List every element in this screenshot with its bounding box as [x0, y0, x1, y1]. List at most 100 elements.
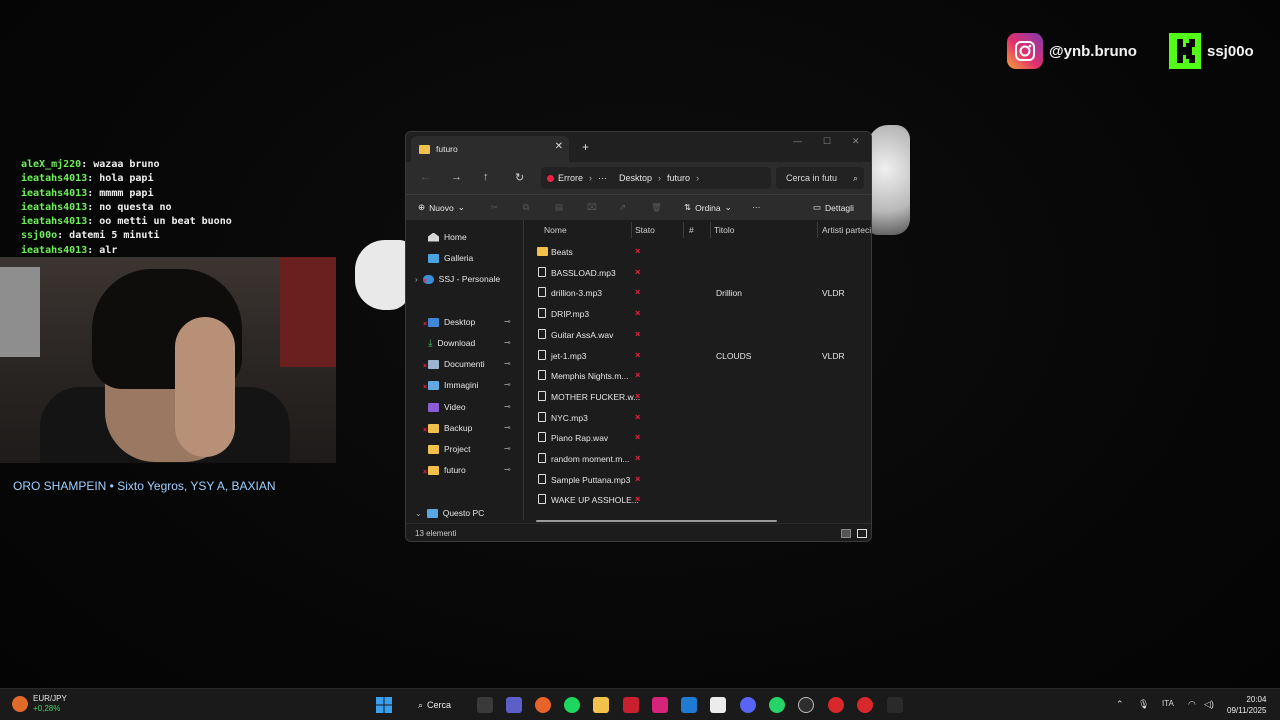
- cut-icon[interactable]: ✂: [491, 202, 498, 213]
- breadcrumb[interactable]: Errore › ··· Desktop › futuro ›: [541, 167, 771, 189]
- volume-icon[interactable]: ◁): [1204, 699, 1214, 710]
- sidebar-item-documents[interactable]: Documenti: [428, 355, 485, 373]
- sidebar-item-desktop[interactable]: Desktop: [428, 313, 475, 331]
- app-icon[interactable]: [623, 697, 639, 713]
- taskbar: EUR/JPY +0,28% ⌕ Cerca ⌃ 🎙 ITA ◠ ◁) 20:04…: [0, 688, 1280, 720]
- sidebar-item-pictures[interactable]: Immagini: [428, 376, 478, 394]
- clock[interactable]: 20:04 09/11/2025: [1227, 694, 1266, 716]
- refresh-icon[interactable]: ↻: [515, 171, 524, 184]
- firefox-icon[interactable]: [535, 697, 551, 713]
- column-divider[interactable]: [817, 222, 818, 238]
- chat-message: ssj00o: datemi 5 minuti: [21, 229, 341, 243]
- chatgpt-icon[interactable]: [798, 697, 814, 713]
- column-divider[interactable]: [631, 222, 632, 238]
- paste-icon[interactable]: ▤: [555, 202, 563, 213]
- column-name[interactable]: Nome: [544, 225, 567, 235]
- vscode-icon[interactable]: [681, 697, 697, 713]
- breadcrumb-more[interactable]: ···: [592, 173, 613, 183]
- teams-icon[interactable]: [506, 697, 522, 713]
- sync-error-icon: ×: [423, 384, 428, 391]
- file-row[interactable]: random moment.m... ×: [531, 449, 871, 469]
- breadcrumb-current[interactable]: futuro: [661, 173, 696, 183]
- file-row[interactable]: BASSLOAD.mp3 ×: [531, 263, 871, 283]
- file-row[interactable]: WAKE UP ASSHOLE... ×: [531, 490, 871, 510]
- file-row[interactable]: drillion-3.mp3 × Drillion VLDR: [531, 283, 871, 303]
- rename-icon[interactable]: ⌧: [587, 202, 597, 213]
- tray-overflow-icon[interactable]: ⌃: [1116, 699, 1124, 710]
- column-divider[interactable]: [710, 222, 711, 238]
- maximize-icon[interactable]: ☐: [823, 136, 831, 147]
- column-artists[interactable]: Artisti partecip: [822, 225, 871, 235]
- language-indicator[interactable]: ITA: [1162, 699, 1174, 708]
- file-row[interactable]: Beats ×: [531, 242, 871, 262]
- sidebar-item-futuro[interactable]: futuro: [428, 461, 466, 479]
- details-button[interactable]: ▭ Dettagli: [813, 202, 854, 213]
- breadcrumb-error[interactable]: Errore: [541, 173, 589, 183]
- column-number[interactable]: #: [689, 225, 694, 235]
- details-view-icon[interactable]: [841, 529, 851, 538]
- copy-icon[interactable]: ⧉: [523, 202, 529, 213]
- sidebar-item-home[interactable]: Home: [428, 228, 467, 246]
- new-button[interactable]: ⊕ Nuovo ⌄: [418, 202, 465, 213]
- app-icon[interactable]: [887, 697, 903, 713]
- minimize-icon[interactable]: —: [793, 136, 802, 146]
- up-icon[interactable]: ↑: [483, 171, 489, 183]
- file-row[interactable]: MOTHER FUCKER.w... ×: [531, 387, 871, 407]
- file-row[interactable]: NYC.mp3 ×: [531, 408, 871, 428]
- file-row[interactable]: Memphis Nights.m... ×: [531, 366, 871, 386]
- spotify-icon[interactable]: [564, 697, 580, 713]
- sidebar-item-downloads[interactable]: ⤓ Download: [428, 334, 475, 352]
- sync-error-icon: ×: [635, 266, 641, 277]
- app-icon[interactable]: [828, 697, 844, 713]
- tab-futuro[interactable]: futuro ✕: [411, 136, 569, 162]
- forward-icon[interactable]: →: [451, 171, 462, 183]
- sync-error-icon: ×: [635, 370, 641, 381]
- start-icon[interactable]: [376, 697, 392, 713]
- chat-separator: :: [81, 159, 94, 170]
- whatsapp-icon[interactable]: [769, 697, 785, 713]
- discord-icon[interactable]: [740, 697, 756, 713]
- sidebar-item-this-pc[interactable]: ⌄ Questo PC: [415, 504, 484, 522]
- search-field[interactable]: Cerca in futu ⌕: [776, 167, 864, 189]
- sidebar-item-gallery[interactable]: Galleria: [428, 249, 473, 267]
- breadcrumb-desktop[interactable]: Desktop: [613, 173, 658, 183]
- share-icon[interactable]: ⇗: [619, 202, 626, 213]
- column-status[interactable]: Stato: [635, 225, 655, 235]
- file-row[interactable]: DRIP.mp3 ×: [531, 304, 871, 324]
- file-explorer-icon[interactable]: [593, 697, 609, 713]
- sidebar-item-videos[interactable]: Video: [428, 398, 466, 416]
- file-name: MOTHER FUCKER.w...: [551, 391, 641, 402]
- sidebar-item-onedrive[interactable]: › SSJ - Personale: [415, 270, 500, 288]
- sync-error-icon: ×: [635, 411, 641, 422]
- file-row[interactable]: Guitar AssA.wav ×: [531, 325, 871, 345]
- sidebar-item-backup[interactable]: Backup: [428, 419, 472, 437]
- wifi-icon[interactable]: ◠: [1188, 699, 1196, 710]
- close-tab-icon[interactable]: ✕: [555, 141, 563, 152]
- ticker-icon: [12, 696, 28, 712]
- delete-icon[interactable]: 🗑: [651, 202, 662, 213]
- close-window-icon[interactable]: ✕: [852, 136, 860, 147]
- file-row[interactable]: Sample Puttana.mp3 ×: [531, 470, 871, 490]
- horizontal-scrollbar[interactable]: [536, 520, 777, 522]
- taskbar-search[interactable]: ⌕ Cerca: [406, 694, 464, 716]
- app-icon[interactable]: [857, 697, 873, 713]
- item-count: 13 elementi: [415, 529, 457, 538]
- sort-button[interactable]: ⇅ Ordina ⌄: [684, 202, 732, 213]
- column-divider[interactable]: [683, 222, 684, 238]
- column-title[interactable]: Titolo: [714, 225, 734, 235]
- more-options-button[interactable]: ···: [752, 202, 761, 212]
- calculator-icon[interactable]: [710, 697, 726, 713]
- file-row[interactable]: jet-1.mp3 × CLOUDS VLDR: [531, 346, 871, 366]
- new-tab-button[interactable]: +: [582, 140, 589, 154]
- ticker-widget[interactable]: EUR/JPY +0,28%: [12, 694, 67, 714]
- tiles-view-icon[interactable]: [857, 529, 867, 538]
- file-icon: [538, 453, 546, 463]
- sidebar-item-project[interactable]: Project: [428, 440, 470, 458]
- back-icon[interactable]: ←: [420, 171, 431, 183]
- file-row[interactable]: Piano Rap.wav ×: [531, 428, 871, 448]
- task-view-icon[interactable]: [477, 697, 493, 713]
- microphone-icon[interactable]: 🎙: [1138, 699, 1149, 710]
- instagram-app-icon[interactable]: [652, 697, 668, 713]
- ticker-change: +0,28%: [33, 704, 61, 713]
- sync-error-icon: ×: [635, 328, 641, 339]
